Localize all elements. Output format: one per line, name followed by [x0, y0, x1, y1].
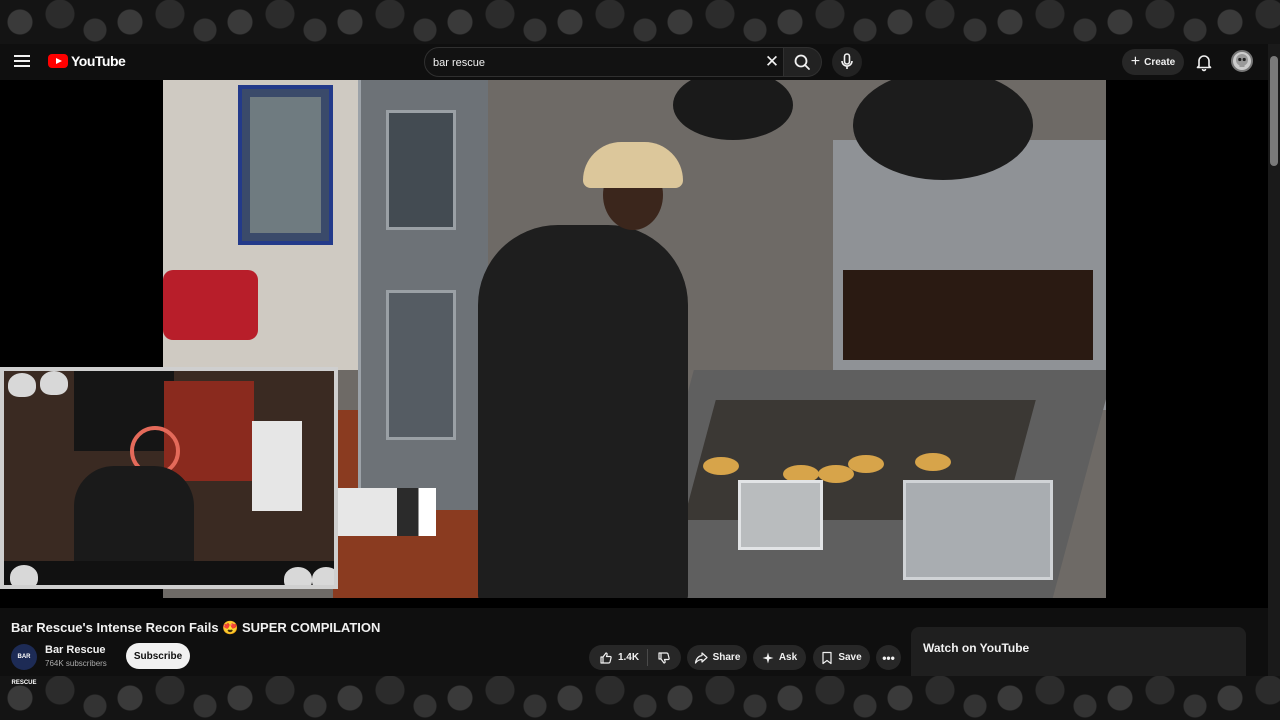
- video-title: Bar Rescue's Intense Recon Fails 😍 SUPER…: [11, 620, 381, 635]
- video-player[interactable]: [0, 80, 1268, 608]
- skull-decoration: [8, 373, 36, 397]
- skull-decoration: [10, 565, 38, 585]
- more-icon: •••: [882, 650, 895, 665]
- search-button[interactable]: [784, 47, 822, 77]
- skull-background-top: [0, 0, 1280, 44]
- cook-cap: [583, 142, 683, 188]
- like-dislike-group: 1.4K: [589, 645, 681, 670]
- skull-background-bottom: [0, 676, 1280, 720]
- page-scrollbar[interactable]: [1268, 44, 1280, 676]
- bun: [848, 455, 884, 473]
- share-button[interactable]: Share: [687, 645, 747, 670]
- skull-avatar-icon: [1236, 54, 1248, 67]
- oven: [358, 80, 488, 510]
- more-actions-button[interactable]: •••: [876, 645, 901, 670]
- share-label: Share: [712, 652, 741, 663]
- dislike-button[interactable]: [653, 651, 671, 665]
- scrollbar-thumb[interactable]: [1270, 56, 1278, 166]
- subscribe-button[interactable]: Subscribe: [126, 643, 190, 669]
- sparkle-icon: [762, 652, 774, 663]
- share-icon: [694, 651, 708, 664]
- save-label: Save: [838, 652, 862, 663]
- electrical-panel: [238, 85, 333, 245]
- subscriber-count: 764K subscribers: [45, 659, 107, 668]
- search-input[interactable]: [433, 54, 753, 72]
- channel-name[interactable]: Bar Rescue: [45, 644, 106, 656]
- account-avatar[interactable]: [1231, 50, 1253, 72]
- overlay-color-block: [338, 488, 436, 536]
- channel-avatar[interactable]: BAR RESCUE: [11, 644, 37, 686]
- like-button[interactable]: 1.4K: [599, 649, 649, 666]
- red-bag: [163, 270, 258, 340]
- search-box: ✕: [424, 47, 784, 77]
- youtube-logo-icon: [48, 54, 68, 68]
- steel-pan: [903, 480, 1053, 580]
- plus-icon: +: [1130, 53, 1141, 70]
- skull-decoration: [284, 567, 312, 585]
- notifications-button[interactable]: [1192, 50, 1216, 74]
- save-button[interactable]: Save: [813, 645, 870, 670]
- save-icon: [822, 651, 832, 664]
- create-button[interactable]: + Create: [1122, 49, 1184, 75]
- like-icon: [600, 651, 612, 664]
- watch-on-youtube-label: Watch on YouTube: [923, 641, 1030, 655]
- ask-label: Ask: [778, 652, 798, 663]
- create-label: Create: [1144, 56, 1176, 68]
- watch-on-youtube-card[interactable]: Watch on YouTube: [911, 627, 1246, 676]
- voice-search-button[interactable]: [832, 47, 862, 77]
- like-count: 1.4K: [617, 652, 640, 663]
- bun: [703, 457, 739, 475]
- steel-basket: [738, 480, 823, 550]
- hanging-pan: [673, 80, 793, 140]
- webcam-overlay: [0, 367, 338, 589]
- youtube-logo[interactable]: YouTube: [48, 53, 126, 69]
- menu-icon[interactable]: [14, 52, 34, 72]
- dislike-icon: [658, 651, 670, 664]
- mic-icon: [841, 53, 853, 69]
- logo-text: YouTube: [71, 53, 126, 69]
- search-icon: [794, 54, 810, 70]
- video-metadata: Bar Rescue's Intense Recon Fails 😍 SUPER…: [0, 608, 1268, 686]
- ask-button[interactable]: Ask: [753, 645, 806, 670]
- cook: [478, 225, 688, 598]
- masthead: YouTube ✕ + Create: [0, 44, 1280, 80]
- bun: [915, 453, 951, 471]
- skull-decoration: [40, 371, 68, 395]
- skull-decoration: [312, 567, 334, 585]
- close-icon[interactable]: ✕: [763, 53, 781, 71]
- bell-icon: [1196, 55, 1212, 72]
